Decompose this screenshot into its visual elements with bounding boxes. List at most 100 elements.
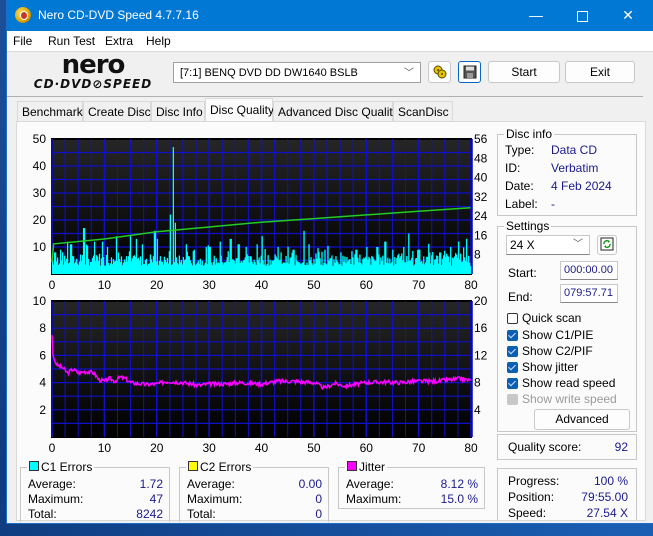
y-left-tick-label: 10 (33, 240, 47, 254)
maximize-button[interactable] (559, 0, 605, 31)
c1-error-chart: 0 10 20 30 40 50 60 70 80 10 20 30 40 50 8 16 24 32 40 48 56 (33, 132, 488, 292)
y-left-tick-label: 40 (33, 159, 47, 173)
position-value: 79:55.00 (581, 490, 628, 504)
show-c2-pif-checkbox[interactable]: Show C2/PIF (507, 344, 593, 358)
save-button[interactable] (458, 61, 481, 83)
drive-select[interactable]: [7:1] BENQ DVD DD DW1640 BSLB ﹀ (173, 62, 421, 83)
jitter-title: Jitter (345, 460, 388, 474)
y-right-tick-label: 12 (474, 348, 488, 362)
end-time-input[interactable]: 079:57.71 (560, 284, 618, 303)
jitter-maximum-value: 15.0 % (440, 492, 478, 506)
y-left-tick-label: 8 (39, 321, 46, 335)
nero-app-icon (15, 7, 31, 23)
close-button[interactable]: ✕ (605, 0, 651, 31)
show-write-speed-label: Show write speed (522, 392, 617, 406)
y-left-tick-label: 6 (39, 348, 46, 362)
show-jitter-checkbox[interactable]: Show jitter (507, 360, 578, 374)
x-tick-label: 0 (49, 278, 56, 292)
checkbox-checked-icon (507, 378, 518, 389)
minimize-button[interactable]: — (513, 0, 559, 31)
c2-maximum-label: Maximum: (187, 492, 243, 506)
chevron-down-icon: ﹀ (404, 68, 414, 79)
c1-total-value: 8242 (136, 507, 163, 521)
status-group: Progress: 100 % Position: 79:55.00 Speed… (497, 468, 637, 520)
y-left-tick-label: 4 (39, 376, 46, 390)
c1-errors-title-text: C1 Errors (41, 460, 93, 474)
position-label: Position: (508, 490, 555, 504)
advanced-button[interactable]: Advanced (534, 409, 630, 430)
tab-disc-quality[interactable]: Disc Quality (205, 98, 274, 121)
c1-total-label: Total: (28, 507, 57, 521)
y-right-tick-label: 32 (474, 190, 488, 204)
c2-legend-swatch (188, 461, 198, 471)
tab-disc-info[interactable]: Disc Info (151, 101, 205, 121)
checkbox-checked-icon (507, 346, 518, 357)
refresh-speed-button[interactable] (597, 235, 617, 255)
jitter-chart: 0 10 20 30 40 50 60 70 80 2 4 6 8 10 4 8 12 16 20 (33, 294, 488, 455)
drive-select-value: [7:1] BENQ DVD DD DW1640 BSLB (180, 67, 358, 79)
exit-button[interactable]: Exit (565, 61, 635, 83)
x-tick-label: 80 (464, 278, 478, 292)
quick-scan-checkbox[interactable]: Quick scan (507, 311, 581, 325)
jitter-group: Jitter Average: 8.12 % Maximum: 15.0 % (338, 460, 485, 509)
logo-nero-text: nero (61, 50, 126, 80)
end-time-label: End: (508, 290, 533, 304)
y-left-tick-label: 50 (33, 132, 47, 146)
y-right-tick-label: 8 (474, 248, 481, 262)
x-tick-label: 20 (150, 278, 164, 292)
x-tick-label: 80 (464, 441, 478, 455)
toolbar-divider (7, 96, 643, 97)
x-tick-label: 70 (412, 278, 426, 292)
show-read-speed-checkbox[interactable]: Show read speed (507, 376, 615, 390)
x-tick-label: 40 (255, 441, 269, 455)
tab-advanced-disc-quality[interactable]: Advanced Disc Quality (273, 101, 399, 121)
x-tick-label: 0 (49, 441, 56, 455)
x-tick-label: 70 (412, 441, 426, 455)
tab-scandisc[interactable]: ScanDisc (393, 101, 453, 121)
c2-average-label: Average: (187, 477, 235, 491)
show-c1-pie-checkbox[interactable]: Show C1/PIE (507, 328, 593, 342)
x-tick-label: 30 (202, 278, 216, 292)
checkbox-unchecked-icon (507, 313, 518, 324)
show-jitter-label: Show jitter (522, 360, 579, 374)
disc-date-label: Date: (505, 179, 534, 193)
x-tick-label: 30 (202, 441, 216, 455)
disc-label-label: Label: (505, 197, 538, 211)
tab-benchmark[interactable]: Benchmark (17, 101, 83, 121)
quick-scan-label: Quick scan (522, 311, 582, 325)
x-tick-label: 60 (360, 441, 374, 455)
menu-bar: File Run Test Extra Help (7, 31, 653, 52)
quality-score-group: Quality score: 92 (497, 434, 637, 460)
jitter-average-value: 8.12 % (440, 477, 478, 491)
jitter-title-text: Jitter (359, 460, 386, 474)
menu-file[interactable]: File (13, 34, 32, 48)
y-left-tick-label: 2 (39, 403, 46, 417)
x-tick-label: 50 (307, 441, 321, 455)
jitter-legend-swatch (347, 461, 357, 471)
speed-select[interactable]: 24 X ﹀ (506, 235, 590, 255)
x-tick-label: 20 (150, 441, 164, 455)
menu-help[interactable]: Help (146, 34, 171, 48)
show-c2-pif-label: Show C2/PIF (522, 344, 593, 358)
y-right-tick-label: 4 (474, 403, 481, 417)
title-bar: Nero CD-DVD Speed 4.7.7.16 — ✕ (7, 0, 653, 31)
progress-label: Progress: (508, 474, 560, 488)
disc-swap-button[interactable] (428, 61, 451, 83)
start-time-input[interactable]: 000:00.00 (560, 261, 618, 280)
start-button[interactable]: Start (488, 61, 560, 83)
jitter-maximum-label: Maximum: (346, 492, 402, 506)
refresh-icon (600, 237, 614, 251)
disc-id-value: Verbatim (551, 161, 599, 175)
tab-create-disc[interactable]: Create Disc (83, 101, 151, 121)
disc-date-value: 4 Feb 2024 (551, 179, 612, 193)
y-right-tick-label: 8 (474, 376, 481, 390)
c1-maximum-label: Maximum: (28, 492, 84, 506)
menu-extra[interactable]: Extra (105, 34, 133, 48)
show-c1-pie-label: Show C1/PIE (522, 328, 594, 342)
c1-legend-swatch (29, 461, 39, 471)
y-right-tick-label: 40 (474, 171, 488, 185)
menu-run-test[interactable]: Run Test (48, 34, 95, 48)
c1-average-label: Average: (28, 477, 76, 491)
checkbox-checked-icon (507, 362, 518, 373)
checkbox-disabled-icon (507, 394, 518, 405)
